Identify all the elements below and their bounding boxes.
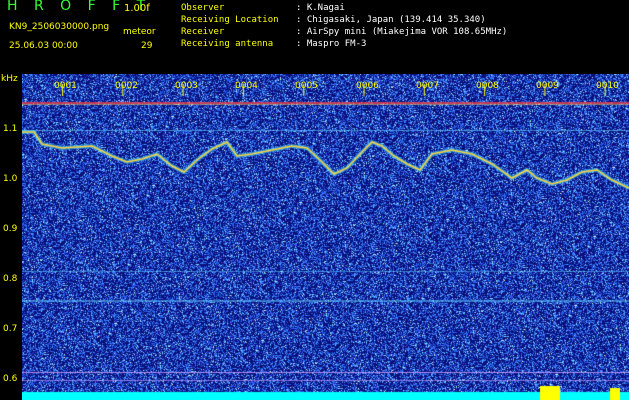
time-tick-0006: 0006 bbox=[356, 81, 379, 91]
spectrogram-panel: kHz 1.1 1.0 0.9 0.8 0.7 0.6 0001 0002 00… bbox=[0, 74, 629, 400]
time-tick-0002: 0002 bbox=[115, 81, 138, 91]
time-tick-0007: 0007 bbox=[416, 81, 439, 91]
observer-key: Observer bbox=[181, 3, 225, 13]
location-value: : Chigasaki, Japan (139.414 35.340) bbox=[296, 15, 486, 25]
time-tick-0005: 0005 bbox=[295, 81, 318, 91]
freq-tick-0-6: 0.6 bbox=[3, 374, 18, 384]
receiver-key: Receiver bbox=[181, 27, 225, 37]
freq-tick-1-0: 1.0 bbox=[3, 174, 18, 184]
unit-label: kHz bbox=[1, 74, 18, 84]
freq-tick-0-8: 0.8 bbox=[3, 274, 18, 284]
time-tick-0010: 0010 bbox=[596, 81, 619, 91]
antenna-value: : Maspro FM-3 bbox=[296, 39, 367, 49]
spectrogram-canvas bbox=[22, 74, 629, 400]
location-key: Receiving Location bbox=[181, 15, 279, 25]
time-tick-0003: 0003 bbox=[175, 81, 198, 91]
header-panel: H R O F F T 1.00f KN9_2506030000.png met… bbox=[0, 0, 629, 74]
antenna-key: Receiving antenna bbox=[181, 39, 274, 49]
meteor-label: meteor bbox=[123, 27, 156, 37]
time-tick-0001: 0001 bbox=[54, 81, 77, 91]
file-name: KN9_2506030000.png bbox=[9, 22, 110, 32]
time-tick-0008: 0008 bbox=[476, 81, 499, 91]
observer-value: : K.Nagai bbox=[296, 3, 345, 13]
meteor-count: 29 bbox=[141, 41, 153, 51]
time-tick-0004: 0004 bbox=[235, 81, 258, 91]
receiver-value: : AirSpy mini (Miakejima VOR 108.65MHz) bbox=[296, 27, 508, 37]
app-version: 1.00f bbox=[124, 3, 150, 14]
time-tick-0009: 0009 bbox=[536, 81, 559, 91]
freq-tick-0-9: 0.9 bbox=[3, 224, 18, 234]
freq-tick-0-7: 0.7 bbox=[3, 324, 18, 334]
freq-tick-1-1: 1.1 bbox=[3, 124, 18, 134]
timestamp: 25.06.03 00:00 bbox=[9, 41, 78, 51]
